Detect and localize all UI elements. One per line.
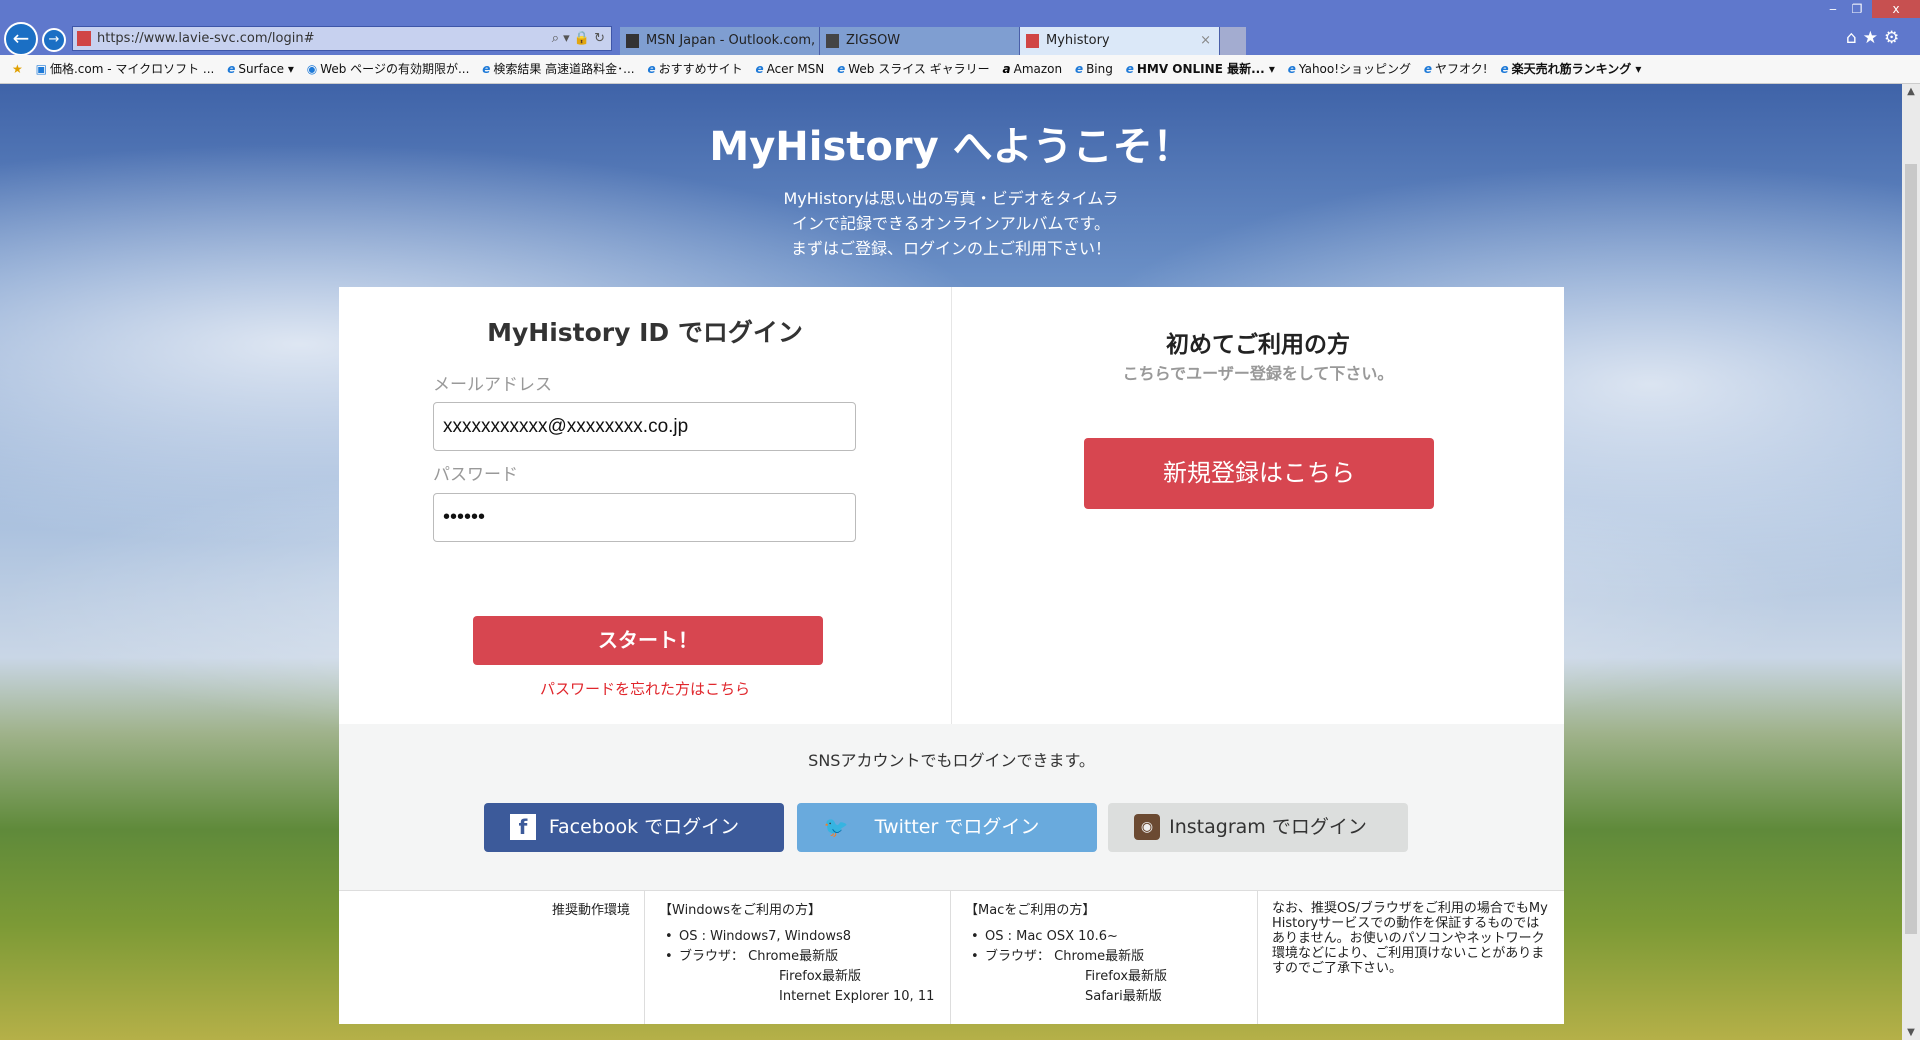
intro-line: MyHistoryは思い出の写真・ビデオをタイムラ (783, 189, 1119, 208)
bookmark[interactable]: e おすすめサイト (647, 55, 742, 83)
favorites-star-icon[interactable]: ★ (12, 55, 23, 83)
instagram-icon: ◉ (1134, 814, 1160, 840)
bookmark[interactable]: ◉ Web ページの有効期限が... (307, 55, 470, 83)
site-favicon (77, 31, 91, 46)
bookmark[interactable]: e 検索結果 高速道路料金･... (482, 55, 634, 83)
mac-browser: Safari最新版 (1085, 989, 1162, 1004)
register-button[interactable]: 新規登録はこちら (1084, 438, 1434, 509)
page-content: MyHistory へようこそ！ MyHistoryは思い出の写真・ビデオをタイ… (0, 84, 1902, 1040)
password-label: パスワード (433, 465, 518, 485)
address-tools-icons[interactable]: ⌕ ▾ 🔒 ↻ (552, 27, 605, 50)
instagram-login-button[interactable]: ◉ Instagram でログイン (1108, 803, 1408, 852)
page-title: MyHistory へようこそ！ (709, 124, 1193, 170)
vertical-scrollbar[interactable]: ▲ ▼ (1902, 84, 1920, 1040)
windows-os: OS : Windows7, Windows8 (659, 927, 936, 947)
mac-title: 【Macをご利用の方】 (965, 903, 1096, 918)
windows-browser: ブラウザ： Chrome最新版 (659, 947, 936, 967)
minimize-button[interactable]: ‒ (1822, 0, 1844, 18)
footer-heading: 推奨動作環境 (339, 890, 645, 1024)
recommended-environment: 推奨動作環境 【Windowsをご利用の方】 OS : Windows7, Wi… (339, 890, 1564, 1024)
twitter-label: Twitter でログイン (874, 816, 1040, 838)
twitter-icon: 🐦 (823, 815, 849, 839)
facebook-icon: f (510, 814, 536, 840)
intro-line: インで記録できるオンラインアルバムです。 (792, 214, 1110, 233)
address-bar[interactable]: https://www.lavie-svc.com/login# ⌕ ▾ 🔒 ↻ (72, 26, 612, 51)
signup-title: 初めてご利用の方 (1166, 332, 1350, 358)
windows-requirements: 【Windowsをご利用の方】 OS : Windows7, Windows8 … (645, 890, 951, 1024)
sns-login-section: SNSアカウントでもログインできます。 f Facebook でログイン 🐦 Twi… (339, 724, 1564, 890)
bookmark[interactable]: e Acer MSN (755, 55, 824, 83)
tab-zigsow[interactable]: ZIGSOW (820, 27, 1020, 55)
tab-msn[interactable]: MSN Japan - Outlook.com, ... (620, 27, 820, 55)
forward-button[interactable]: → (42, 28, 66, 52)
twitter-login-button[interactable]: 🐦 Twitter でログイン (797, 803, 1097, 852)
scroll-down-icon[interactable]: ▼ (1902, 1027, 1920, 1038)
mac-browser: ブラウザ： Chrome最新版 (965, 947, 1243, 967)
url-text: https://www.lavie-svc.com/login# (97, 31, 315, 46)
signup-subtitle: こちらでユーザー登録をして下さい。 (1122, 364, 1394, 383)
tab-myhistory[interactable]: Myhistory × (1020, 27, 1220, 55)
bookmark[interactable]: e Yahoo!ショッピング (1288, 55, 1411, 83)
restore-button[interactable]: ❐ (1846, 0, 1868, 18)
tab-label: Myhistory (1046, 33, 1110, 48)
msn-favicon (626, 34, 639, 48)
zigsow-favicon (826, 34, 839, 48)
bookmark[interactable]: e ヤフオク! (1424, 55, 1488, 83)
windows-browser: Firefox最新版 (779, 969, 862, 984)
email-field[interactable]: xxxxxxxxxxx@xxxxxxxx.co.jp (433, 402, 856, 451)
intro-line: まずはご登録、ログインの上ご利用下さい！ (790, 239, 1111, 258)
email-label: メールアドレス (433, 375, 552, 395)
password-field[interactable]: •••••• (433, 493, 856, 542)
home-favorites-settings-icons[interactable]: ⌂★⚙ (1846, 28, 1905, 48)
bookmark[interactable]: e HMV ONLINE 最新... ▾ (1126, 55, 1275, 83)
bookmark[interactable]: e Surface ▾ (227, 55, 294, 83)
bookmark[interactable]: ▣ 価格.com - マイクロソフト ... (36, 55, 215, 83)
sns-text: SNSアカウントでもログインできます。 (808, 751, 1095, 770)
tab-label: ZIGSOW (846, 33, 901, 48)
tab-close-icon[interactable]: × (1200, 27, 1211, 55)
mac-browser: Firefox最新版 (1085, 969, 1168, 984)
login-card: MyHistory ID でログイン メールアドレス xxxxxxxxxxx@x… (339, 287, 1564, 1024)
myhistory-favicon (1026, 34, 1039, 48)
scroll-up-icon[interactable]: ▲ (1902, 86, 1920, 97)
footer-note: なお、推奨OS/ブラウザをご利用の場合でもMy Historyサービスでの動作を… (1258, 890, 1564, 1024)
scrollbar-thumb[interactable] (1905, 164, 1917, 934)
login-title: MyHistory ID でログイン (487, 318, 803, 347)
close-window-button[interactable]: x (1872, 0, 1920, 18)
bookmark[interactable]: e Bing (1075, 55, 1113, 83)
windows-browser: Internet Explorer 10, 11 (779, 989, 935, 1004)
tab-label: MSN Japan - Outlook.com, ... (646, 33, 820, 48)
forgot-password-link[interactable]: パスワードを忘れた方はこちら (339, 678, 951, 699)
new-tab-button[interactable] (1220, 27, 1246, 55)
instagram-label: Instagram でログイン (1169, 816, 1367, 838)
start-button[interactable]: スタート！ (473, 616, 823, 665)
back-button[interactable]: ← (4, 22, 38, 56)
bookmark[interactable]: e 楽天売れ筋ランキング ▾ (1500, 55, 1641, 83)
favorites-bar: ★ ▣ 価格.com - マイクロソフト ... e Surface ▾ ◉ Web … (0, 55, 1920, 84)
windows-title: 【Windowsをご利用の方】 (659, 903, 822, 918)
facebook-login-button[interactable]: f Facebook でログイン (484, 803, 784, 852)
mac-requirements: 【Macをご利用の方】 OS : Mac OSX 10.6~ ブラウザ： Chr… (951, 890, 1258, 1024)
bookmark[interactable]: e Web スライス ギャラリー (837, 55, 990, 83)
mac-os: OS : Mac OSX 10.6~ (965, 927, 1243, 947)
facebook-label: Facebook でログイン (548, 816, 740, 838)
bookmark[interactable]: a Amazon (1003, 55, 1063, 83)
